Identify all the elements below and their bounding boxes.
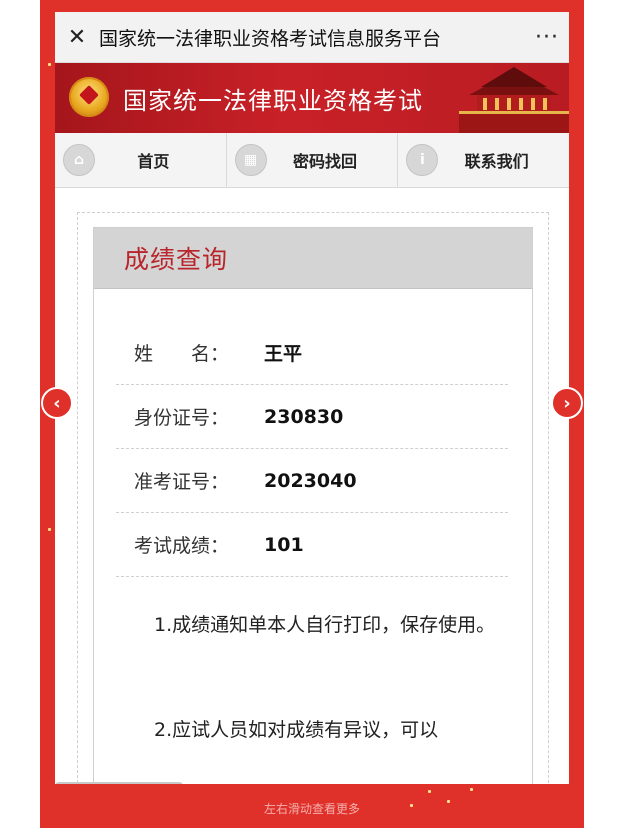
page-title: 国家统一法律职业资格考试信息服务平台 [99, 27, 442, 50]
nav-item-home[interactable]: ⌂ 首页 [55, 133, 227, 187]
notes-section: 1.成绩通知单本人自行打印，保存使用。 2.应试人员如对成绩有异议，可以 [116, 608, 508, 748]
chevron-left-icon[interactable]: ‹ [41, 387, 73, 419]
redaction-blur [358, 469, 479, 492]
nav-label: 首页 [137, 152, 170, 171]
chevron-right-icon[interactable]: › [551, 387, 583, 419]
decorative-sparkle [470, 788, 473, 791]
screenshot-card: ✕ 国家统一法律职业资格考试信息服务平台 ··· 国家统一法律职业资格考试 ⌂ … [55, 12, 569, 784]
decorative-sparkle [447, 800, 450, 803]
app-title-bar: ✕ 国家统一法律职业资格考试信息服务平台 ··· [55, 12, 569, 63]
field-label: 身份证号： [134, 407, 230, 429]
info-icon: i [406, 144, 439, 176]
field-value: 230830 [264, 405, 344, 428]
nav-item-contact-us[interactable]: i 联系我们 [398, 133, 569, 187]
nav-bar: ⌂ 首页 ▦ 密码找回 i 联系我们 [55, 133, 569, 188]
decorative-sparkle [428, 790, 431, 793]
score-row: 考试成绩： 101 [116, 513, 508, 577]
site-banner: 国家统一法律职业资格考试 [55, 63, 569, 133]
field-value: 2023040 [264, 469, 357, 492]
home-icon: ⌂ [63, 144, 95, 176]
note-item: 2.应试人员如对成绩有异议，可以 [154, 719, 439, 741]
nav-label: 密码找回 [293, 152, 358, 171]
id-number-row: 身份证号： 230830 [116, 385, 508, 449]
national-emblem-icon [69, 77, 109, 117]
field-label: 考试成绩： [134, 535, 230, 557]
swipe-hint: 左右滑动查看更多 [263, 802, 360, 816]
admission-number-row: 准考证号： 2023040 [116, 449, 508, 513]
score-info-list: 姓 名： 王平 身份证号： 230830 准考证号： 2023040 考试成绩：… [116, 321, 508, 577]
close-icon[interactable]: ✕ [55, 25, 99, 50]
more-icon[interactable]: ··· [525, 25, 569, 50]
redaction-blur [345, 405, 486, 428]
score-query-panel: 成绩查询 姓 名： 王平 身份证号： 230830 准考证号： 2023040 … [93, 227, 533, 784]
banner-title: 国家统一法律职业资格考试 [123, 87, 423, 115]
panel-title: 成绩查询 [124, 245, 229, 274]
field-value: 王平 [264, 343, 303, 365]
decorative-sparkle [410, 804, 413, 807]
field-label: 姓 名： [134, 343, 230, 365]
note-item: 1.成绩通知单本人自行打印，保存使用。 [154, 614, 496, 636]
decorative-sparkle [48, 63, 51, 66]
nav-item-password-recovery[interactable]: ▦ 密码找回 [227, 133, 399, 187]
decorative-sparkle [48, 528, 51, 531]
nav-label: 联系我们 [464, 152, 529, 171]
name-row: 姓 名： 王平 [116, 321, 508, 385]
grid-icon: ▦ [234, 144, 267, 176]
tiananmen-gate-image [459, 67, 569, 133]
horizontal-scrollbar[interactable] [55, 782, 183, 784]
field-label: 准考证号： [134, 471, 230, 493]
field-value: 101 [264, 533, 304, 556]
panel-header: 成绩查询 [94, 228, 532, 289]
